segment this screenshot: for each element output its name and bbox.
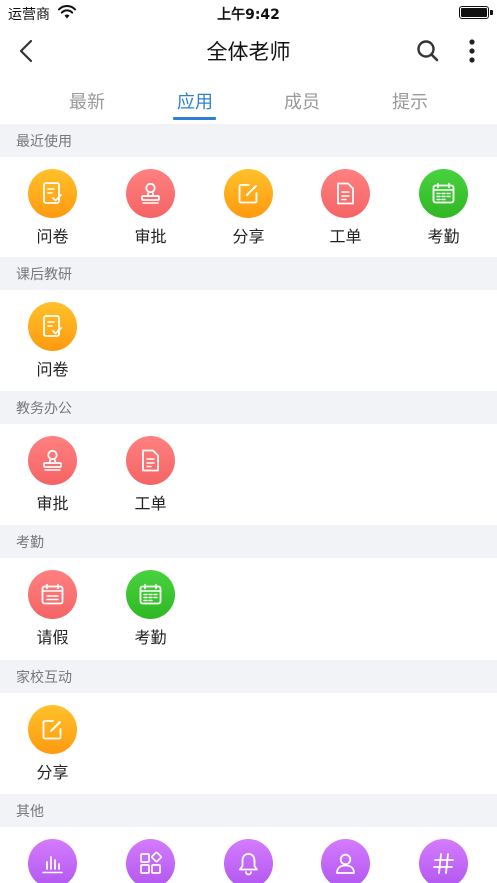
- share-edit-icon: [28, 705, 77, 754]
- app-label: 审批: [134, 227, 167, 246]
- more-options-button[interactable]: [460, 37, 484, 65]
- app-approval[interactable]: 审批: [4, 424, 101, 524]
- app-topics[interactable]: [395, 827, 492, 883]
- work-order-icon: [126, 436, 175, 485]
- section-title: 家校互动: [16, 670, 72, 686]
- search-icon: [417, 40, 439, 62]
- app-label: 问卷: [36, 227, 69, 246]
- person-icon: [321, 839, 370, 883]
- app-label: 审批: [36, 494, 69, 513]
- section-header-other: 其他: [0, 794, 497, 827]
- bar-chart-icon: [28, 839, 77, 883]
- approval-stamp-icon: [28, 436, 77, 485]
- leave-calendar-icon: [28, 570, 77, 619]
- attendance-calendar-icon: [419, 169, 468, 218]
- section-title: 其他: [16, 804, 44, 820]
- hashtag-icon: [419, 839, 468, 883]
- more-vertical-icon: [469, 39, 475, 63]
- status-bar: 运营商 上午9:42: [0, 0, 497, 26]
- app-work-order[interactable]: 工单: [102, 424, 199, 524]
- app-share[interactable]: 分享: [200, 157, 297, 257]
- section-title: 最近使用: [16, 134, 72, 150]
- battery-icon: [459, 6, 489, 19]
- app-attendance[interactable]: 考勤: [395, 157, 492, 257]
- tab-members[interactable]: 成员: [262, 88, 342, 122]
- app-profile[interactable]: [297, 827, 394, 883]
- app-label: 考勤: [427, 227, 460, 246]
- attendance-calendar-icon: [126, 570, 175, 619]
- app-questionnaire[interactable]: 问卷: [4, 157, 101, 257]
- tab-bar: 最新 应用 成员 提示: [0, 80, 497, 124]
- app-label: 分享: [36, 763, 69, 782]
- bell-icon: [224, 839, 273, 883]
- app-share[interactable]: 分享: [4, 693, 101, 793]
- app-label: 工单: [329, 227, 362, 246]
- section-header-attendance: 考勤: [0, 525, 497, 558]
- questionnaire-icon: [28, 169, 77, 218]
- section-title: 课后教研: [16, 267, 72, 283]
- app-label: 考勤: [134, 628, 167, 647]
- app-attendance[interactable]: 考勤: [102, 558, 199, 658]
- search-button[interactable]: [414, 37, 442, 65]
- app-approval[interactable]: 审批: [102, 157, 199, 257]
- app-label: 分享: [232, 227, 265, 246]
- questionnaire-icon: [28, 302, 77, 351]
- tab-latest[interactable]: 最新: [47, 88, 127, 122]
- section-header-after-class: 课后教研: [0, 257, 497, 290]
- navigation-bar: 全体老师: [0, 26, 497, 76]
- app-label: 问卷: [36, 360, 69, 379]
- app-more-apps[interactable]: [102, 827, 199, 883]
- section-header-recent: 最近使用: [0, 124, 497, 157]
- app-label: 工单: [134, 494, 167, 513]
- work-order-icon: [321, 169, 370, 218]
- clock-time: 上午9:42: [217, 7, 280, 23]
- section-header-home-school: 家校互动: [0, 660, 497, 693]
- active-tab-indicator: [173, 117, 216, 120]
- section-header-academic-office: 教务办公: [0, 391, 497, 424]
- tab-tips[interactable]: 提示: [370, 88, 450, 122]
- apps-grid-icon: [126, 839, 175, 883]
- battery-tip: [490, 10, 493, 15]
- section-title: 考勤: [16, 535, 44, 551]
- app-label: 请假: [36, 628, 69, 647]
- section-title: 教务办公: [16, 401, 72, 417]
- share-edit-icon: [224, 169, 273, 218]
- app-leave-request[interactable]: 请假: [4, 558, 101, 658]
- app-work-order[interactable]: 工单: [297, 157, 394, 257]
- app-notifications[interactable]: [200, 827, 297, 883]
- app-questionnaire[interactable]: 问卷: [4, 290, 101, 390]
- approval-stamp-icon: [126, 169, 175, 218]
- app-statistics[interactable]: [4, 827, 101, 883]
